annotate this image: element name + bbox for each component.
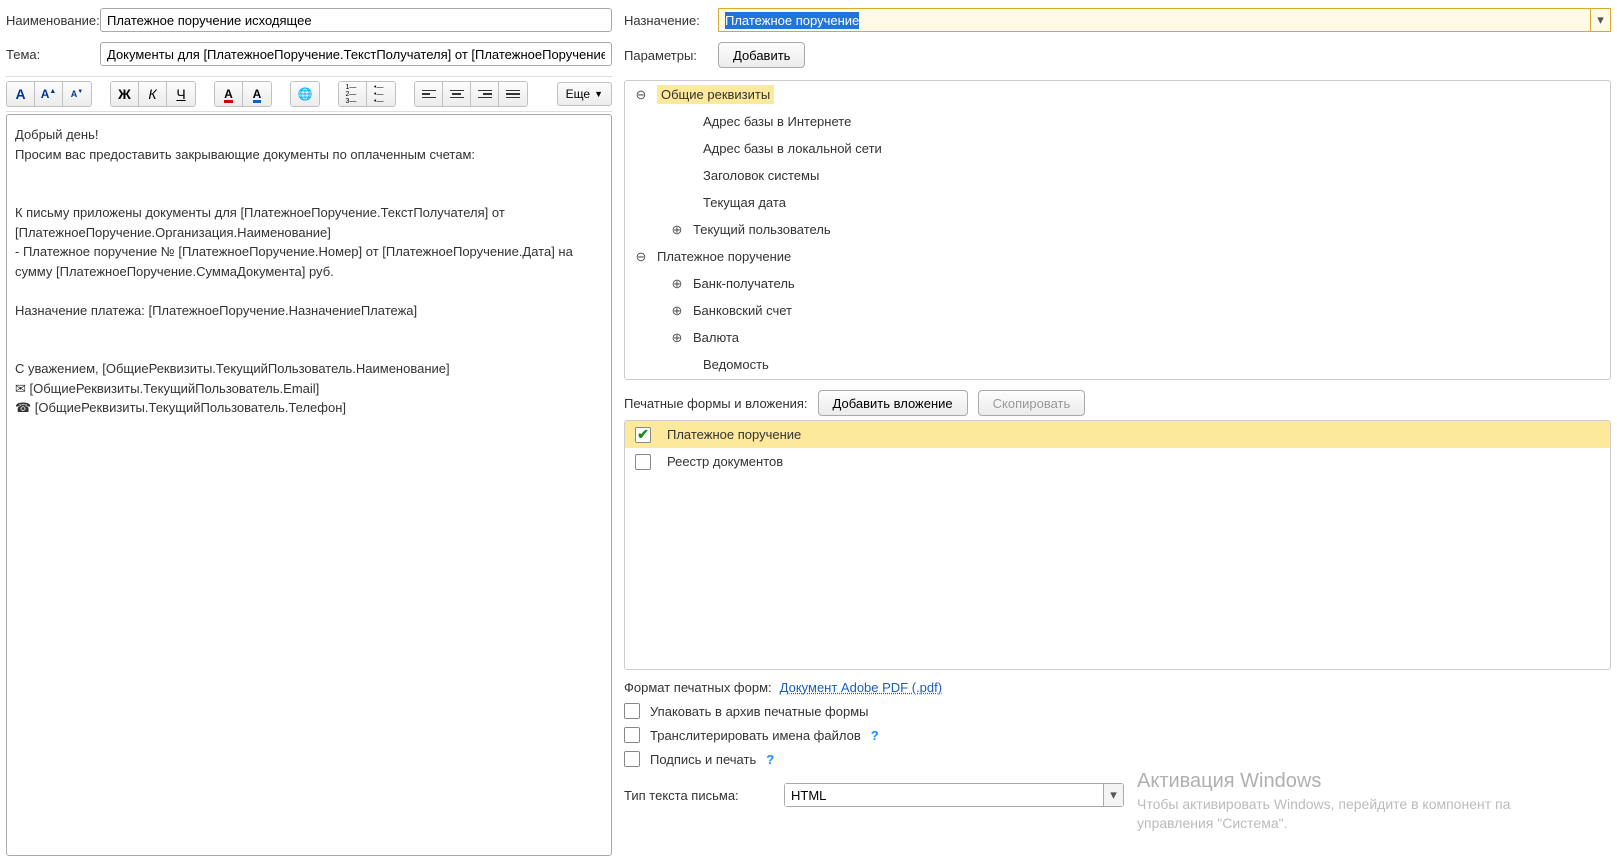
assignment-value: Платежное поручение <box>725 12 859 29</box>
bullet-list-button[interactable]: •—•—•— <box>367 82 395 106</box>
underline-button[interactable]: Ч <box>167 82 195 106</box>
tree-node[interactable]: Валюта <box>625 324 1610 351</box>
help-icon[interactable]: ? <box>766 752 774 767</box>
expand-icon[interactable] <box>669 222 685 238</box>
help-icon[interactable]: ? <box>871 728 879 743</box>
tree-node[interactable]: Заголовок системы <box>625 162 1610 189</box>
print-form-row[interactable]: Реестр документов <box>625 448 1610 475</box>
assignment-dropdown-button[interactable]: ▾ <box>1590 9 1610 31</box>
tree-node[interactable]: Общие реквизиты <box>625 81 1610 108</box>
tree-node[interactable]: Платежное поручение <box>625 243 1610 270</box>
leaf-icon <box>669 114 695 130</box>
expand-icon[interactable] <box>669 330 685 346</box>
transliterate-checkbox[interactable] <box>624 727 640 743</box>
tree-node-label: Банк-получатель <box>693 276 795 291</box>
add-attachment-button[interactable]: Добавить вложение <box>818 390 968 416</box>
email-type-label: Тип текста письма: <box>624 788 774 803</box>
tree-node[interactable]: Ведомость <box>625 351 1610 378</box>
tree-node-label: Платежное поручение <box>657 249 791 264</box>
right-panel: Назначение: Платежное поручение ▾ Параме… <box>618 0 1617 864</box>
sign-checkbox[interactable] <box>624 751 640 767</box>
font-color-button[interactable]: А <box>243 82 271 106</box>
email-type-value[interactable] <box>785 784 1103 806</box>
left-panel: Наименование: Тема: A A▲ A▼ Ж К Ч А А <box>0 0 618 864</box>
collapse-icon[interactable] <box>633 249 649 265</box>
parameters-tree[interactable]: Общие реквизиты Адрес базы в Интернете Адр… <box>624 80 1611 380</box>
print-form-checkbox[interactable]: ✔ <box>635 427 651 443</box>
expand-icon[interactable] <box>669 303 685 319</box>
tree-node-label: Банковский счет <box>693 303 792 318</box>
print-form-row[interactable]: ✔ Платежное поручение <box>625 421 1610 448</box>
tree-node-label: Заголовок системы <box>703 168 819 183</box>
assignment-combo[interactable]: Платежное поручение ▾ <box>718 8 1611 32</box>
format-label: Формат печатных форм: <box>624 680 772 695</box>
leaf-icon <box>669 141 695 157</box>
print-form-label: Реестр документов <box>667 454 783 469</box>
font-size-large-button[interactable]: A <box>7 82 35 106</box>
leaf-icon <box>669 168 695 184</box>
expand-icon[interactable] <box>669 276 685 292</box>
editor-toolbar: A A▲ A▼ Ж К Ч А А 🌐 1—2—3— •—•—•— <box>6 76 612 112</box>
transliterate-label: Транслитерировать имена файлов <box>650 728 861 743</box>
highlight-color-button[interactable]: А <box>215 82 243 106</box>
assignment-label: Назначение: <box>624 13 712 28</box>
numbered-list-button[interactable]: 1—2—3— <box>339 82 367 106</box>
email-type-dropdown-button[interactable]: ▾ <box>1103 784 1123 806</box>
add-parameter-button[interactable]: Добавить <box>718 42 805 68</box>
tree-node-label: Адрес базы в Интернете <box>703 114 851 129</box>
print-forms-list[interactable]: ✔ Платежное поручение Реестр документов <box>624 420 1611 670</box>
pack-label: Упаковать в архив печатные формы <box>650 704 868 719</box>
email-body-editor[interactable]: Добрый день! Просим вас предоставить зак… <box>6 114 612 856</box>
print-forms-label: Печатные формы и вложения: <box>624 396 808 411</box>
print-form-label: Платежное поручение <box>667 427 801 442</box>
tree-node-label: Ведомость <box>703 357 769 372</box>
tree-node[interactable]: Текущая дата <box>625 189 1610 216</box>
copy-button[interactable]: Скопировать <box>978 390 1086 416</box>
tree-node[interactable]: Адрес базы в локальной сети <box>625 135 1610 162</box>
collapse-icon[interactable] <box>633 87 649 103</box>
font-size-small-button[interactable]: A▼ <box>63 82 91 106</box>
tree-node[interactable]: Банковский счет <box>625 297 1610 324</box>
align-center-button[interactable] <box>443 82 471 106</box>
chevron-down-icon: ▼ <box>594 89 603 99</box>
subject-input[interactable] <box>100 42 612 66</box>
format-link[interactable]: Документ Adobe PDF (.pdf) <box>780 680 942 695</box>
tree-node[interactable]: Текущий пользователь <box>625 216 1610 243</box>
align-right-button[interactable] <box>471 82 499 106</box>
parameters-label: Параметры: <box>624 48 712 63</box>
tree-node-label: Адрес базы в локальной сети <box>703 141 882 156</box>
tree-node-label: Общие реквизиты <box>657 85 774 104</box>
tree-node-label: Текущий пользователь <box>693 222 831 237</box>
print-form-checkbox[interactable] <box>635 454 651 470</box>
bold-button[interactable]: Ж <box>111 82 139 106</box>
italic-button[interactable]: К <box>139 82 167 106</box>
sign-label: Подпись и печать <box>650 752 756 767</box>
leaf-icon <box>669 195 695 211</box>
name-label: Наименование: <box>6 13 94 28</box>
name-input[interactable] <box>100 8 612 32</box>
leaf-icon <box>669 357 695 373</box>
subject-label: Тема: <box>6 47 94 62</box>
font-size-medium-button[interactable]: A▲ <box>35 82 63 106</box>
more-button[interactable]: Еще ▼ <box>557 82 612 106</box>
tree-node[interactable]: Адрес базы в Интернете <box>625 108 1610 135</box>
align-left-button[interactable] <box>415 82 443 106</box>
tree-node[interactable]: Банк-получатель <box>625 270 1610 297</box>
tree-node-label: Валюта <box>693 330 739 345</box>
email-type-select[interactable]: ▾ <box>784 783 1124 807</box>
align-justify-button[interactable] <box>499 82 527 106</box>
insert-link-button[interactable]: 🌐 <box>291 82 319 106</box>
pack-checkbox[interactable] <box>624 703 640 719</box>
tree-node-label: Текущая дата <box>703 195 786 210</box>
